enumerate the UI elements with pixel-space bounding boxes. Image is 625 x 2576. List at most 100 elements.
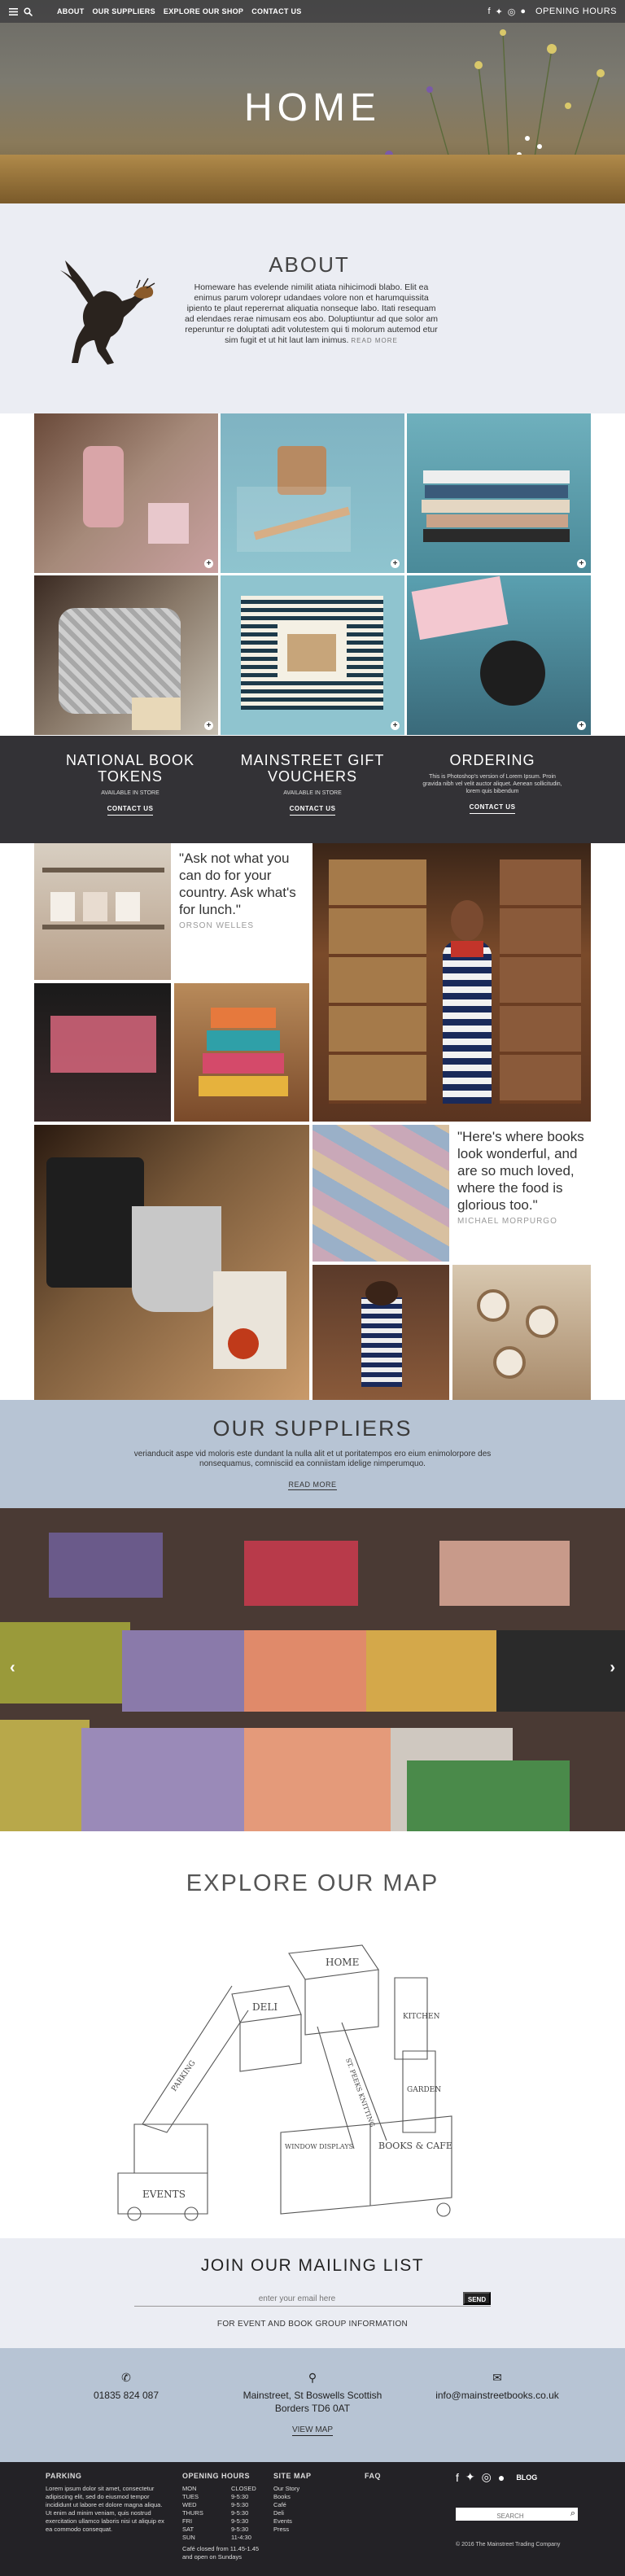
chat-icon[interactable]: ● xyxy=(520,7,526,16)
envelope-icon: ✉ xyxy=(492,2371,502,2384)
contact-email[interactable]: ✉ info@mainstreetbooks.co.uk xyxy=(428,2371,566,2402)
map-label-parking: PARKING xyxy=(170,2059,197,2093)
expand-icon[interactable]: + xyxy=(391,559,400,568)
footer-search-input[interactable] xyxy=(456,2509,562,2523)
chat-icon[interactable]: ● xyxy=(498,2471,505,2484)
quote-michael-morpurgo: "Here's where books look wonderful, and … xyxy=(457,1128,588,1227)
map-label-home: HOME xyxy=(326,1957,359,1968)
product-grid: + + + + + + xyxy=(34,413,591,736)
instagram-icon[interactable]: ◎ xyxy=(482,2470,492,2484)
hours-time: CLOSED xyxy=(231,2485,256,2492)
sitemap-link[interactable]: Books xyxy=(273,2493,347,2501)
expand-icon[interactable]: + xyxy=(204,721,213,730)
contact-us-button[interactable]: CONTACT US xyxy=(289,805,336,816)
slider-next-icon[interactable]: › xyxy=(610,1659,615,1677)
mailing-form: SEND xyxy=(134,2292,491,2307)
mailing-note: FOR EVENT AND BOOK GROUP INFORMATION xyxy=(216,2320,409,2329)
main-nav: ABOUT OUR SUPPLIERS EXPLORE OUR SHOP CON… xyxy=(57,7,302,15)
sitemap-link[interactable]: Press xyxy=(273,2526,347,2534)
expand-icon[interactable]: + xyxy=(391,721,400,730)
sitemap-link[interactable]: Deli xyxy=(273,2509,347,2517)
expand-icon[interactable]: + xyxy=(204,559,213,568)
email-input[interactable] xyxy=(134,2292,460,2305)
hours-day: SAT xyxy=(182,2526,194,2533)
hours-day: TUES xyxy=(182,2493,199,2500)
about-read-more-link[interactable]: READ MORE xyxy=(351,337,397,344)
contact-us-button[interactable]: CONTACT US xyxy=(107,805,154,816)
feature-title: NATIONAL BOOK TOKENS xyxy=(65,752,195,785)
product-tile[interactable]: + xyxy=(221,575,404,735)
hours-time: 9-5:30 xyxy=(231,2517,249,2525)
shelf-image xyxy=(0,155,625,203)
location-icon: ⚲ xyxy=(308,2371,317,2384)
address-text: Mainstreet, St Boswells Scottish Borders… xyxy=(243,2390,382,2414)
mailing-title: JOIN OUR MAILING LIST xyxy=(200,2256,425,2275)
blog-link[interactable]: BLOG xyxy=(516,2473,537,2482)
email-address: info@mainstreetbooks.co.uk xyxy=(435,2390,559,2401)
product-tile[interactable]: + xyxy=(34,413,218,573)
product-tile[interactable]: + xyxy=(221,413,404,573)
contact-us-button[interactable]: CONTACT US xyxy=(469,803,516,814)
page-title: HOME xyxy=(244,86,381,129)
contact-phone[interactable]: ✆ 01835 824 087 xyxy=(81,2371,171,2402)
hours-time: 9-5:30 xyxy=(231,2493,249,2500)
about-body: Homeware has evelende nimilit atiata nih… xyxy=(184,282,439,345)
send-button[interactable]: SEND xyxy=(463,2292,491,2305)
sitemap-link[interactable]: Events xyxy=(273,2517,347,2526)
view-map-wrapper: VIEW MAP xyxy=(0,2425,625,2436)
feature-title: MAINSTREET GIFT VOUCHERS xyxy=(240,752,385,785)
nav-about[interactable]: ABOUT xyxy=(57,7,85,15)
contact-section: ✆ 01835 824 087 ⚲ Mainstreet, St Boswell… xyxy=(0,2348,625,2462)
twitter-icon[interactable]: ✦ xyxy=(496,7,503,17)
search-icon[interactable]: ⌕ xyxy=(570,2508,575,2519)
search-icon[interactable] xyxy=(23,7,33,16)
twitter-icon[interactable]: ✦ xyxy=(465,2470,475,2484)
mosaic-photo xyxy=(312,1125,449,1262)
footer-heading: OPENING HOURS xyxy=(182,2472,251,2480)
hours-day: MON xyxy=(182,2485,197,2492)
phone-number: 01835 824 087 xyxy=(93,2390,160,2401)
hours-time: 11-4:30 xyxy=(231,2534,251,2541)
facebook-icon[interactable]: f xyxy=(456,2471,459,2484)
footer-heading: SITE MAP xyxy=(273,2472,312,2480)
soap-image xyxy=(0,1508,625,1831)
menu-icon[interactable] xyxy=(8,7,18,16)
mosaic-photo xyxy=(312,843,591,1122)
slider-prev-icon[interactable]: ‹ xyxy=(10,1659,15,1677)
map-section: EXPLORE OUR MAP HOME DELI KITCHEN GARDEN… xyxy=(0,1831,625,2238)
feature-subtitle: AVAILABLE IN STORE xyxy=(283,790,342,796)
hours-note: Café closed from 11.45-1.45 and open on … xyxy=(182,2545,260,2561)
facebook-icon[interactable]: f xyxy=(487,7,490,16)
product-tile[interactable]: + xyxy=(34,575,218,735)
sitemap-link[interactable]: Our Story xyxy=(273,2485,347,2493)
site-footer: PARKING Lorem ipsum dolor sit amet, cons… xyxy=(0,2462,625,2576)
map-label-kitchen: KITCHEN xyxy=(403,2013,440,2021)
feature-subtitle: This is Photoshop's version of Lorem Ips… xyxy=(422,774,562,794)
map-label-window-displays: WINDOW DISPLAYS xyxy=(285,2143,353,2150)
nav-contact-us[interactable]: CONTACT US xyxy=(251,7,301,15)
product-tile[interactable]: + xyxy=(407,575,591,735)
features-band: NATIONAL BOOK TOKENS AVAILABLE IN STORE … xyxy=(0,736,625,843)
hours-table: MON CLOSED TUES 9-5:30 WED 9-5:30 THURS 9-5:… xyxy=(182,2485,272,2542)
expand-icon[interactable]: + xyxy=(577,559,586,568)
hero-banner: HOME xyxy=(0,0,625,203)
suppliers-read-more-link[interactable]: READ MORE xyxy=(288,1480,337,1490)
hours-time: 9-5:30 xyxy=(231,2501,249,2508)
quote-author: ORSON WELLES xyxy=(179,921,255,930)
hours-day: FRI xyxy=(182,2517,193,2525)
nav-explore-our-shop[interactable]: EXPLORE OUR SHOP xyxy=(164,7,243,15)
product-tile[interactable]: + xyxy=(407,413,591,573)
parking-text: Lorem ipsum dolor sit amet, consectetur … xyxy=(46,2485,164,2533)
quote-text: "Ask not what you can do for your countr… xyxy=(179,851,296,917)
shop-map-illustration[interactable]: HOME DELI KITCHEN GARDEN BOOKS & CAFE EV… xyxy=(110,1929,517,2230)
expand-icon[interactable]: + xyxy=(577,721,586,730)
footer-search: ⌕ xyxy=(456,2508,578,2523)
hours-day: WED xyxy=(182,2501,197,2508)
instagram-icon[interactable]: ◎ xyxy=(508,7,516,17)
nav-our-suppliers[interactable]: OUR SUPPLIERS xyxy=(93,7,155,15)
opening-hours-link[interactable]: OPENING HOURS xyxy=(535,7,617,16)
sitemap-link[interactable]: Café xyxy=(273,2501,347,2509)
quote-orson-welles: "Ask not what you can do for your countr… xyxy=(179,850,309,931)
view-map-link[interactable]: VIEW MAP xyxy=(291,2425,333,2436)
faq-link[interactable]: FAQ xyxy=(365,2472,413,2480)
